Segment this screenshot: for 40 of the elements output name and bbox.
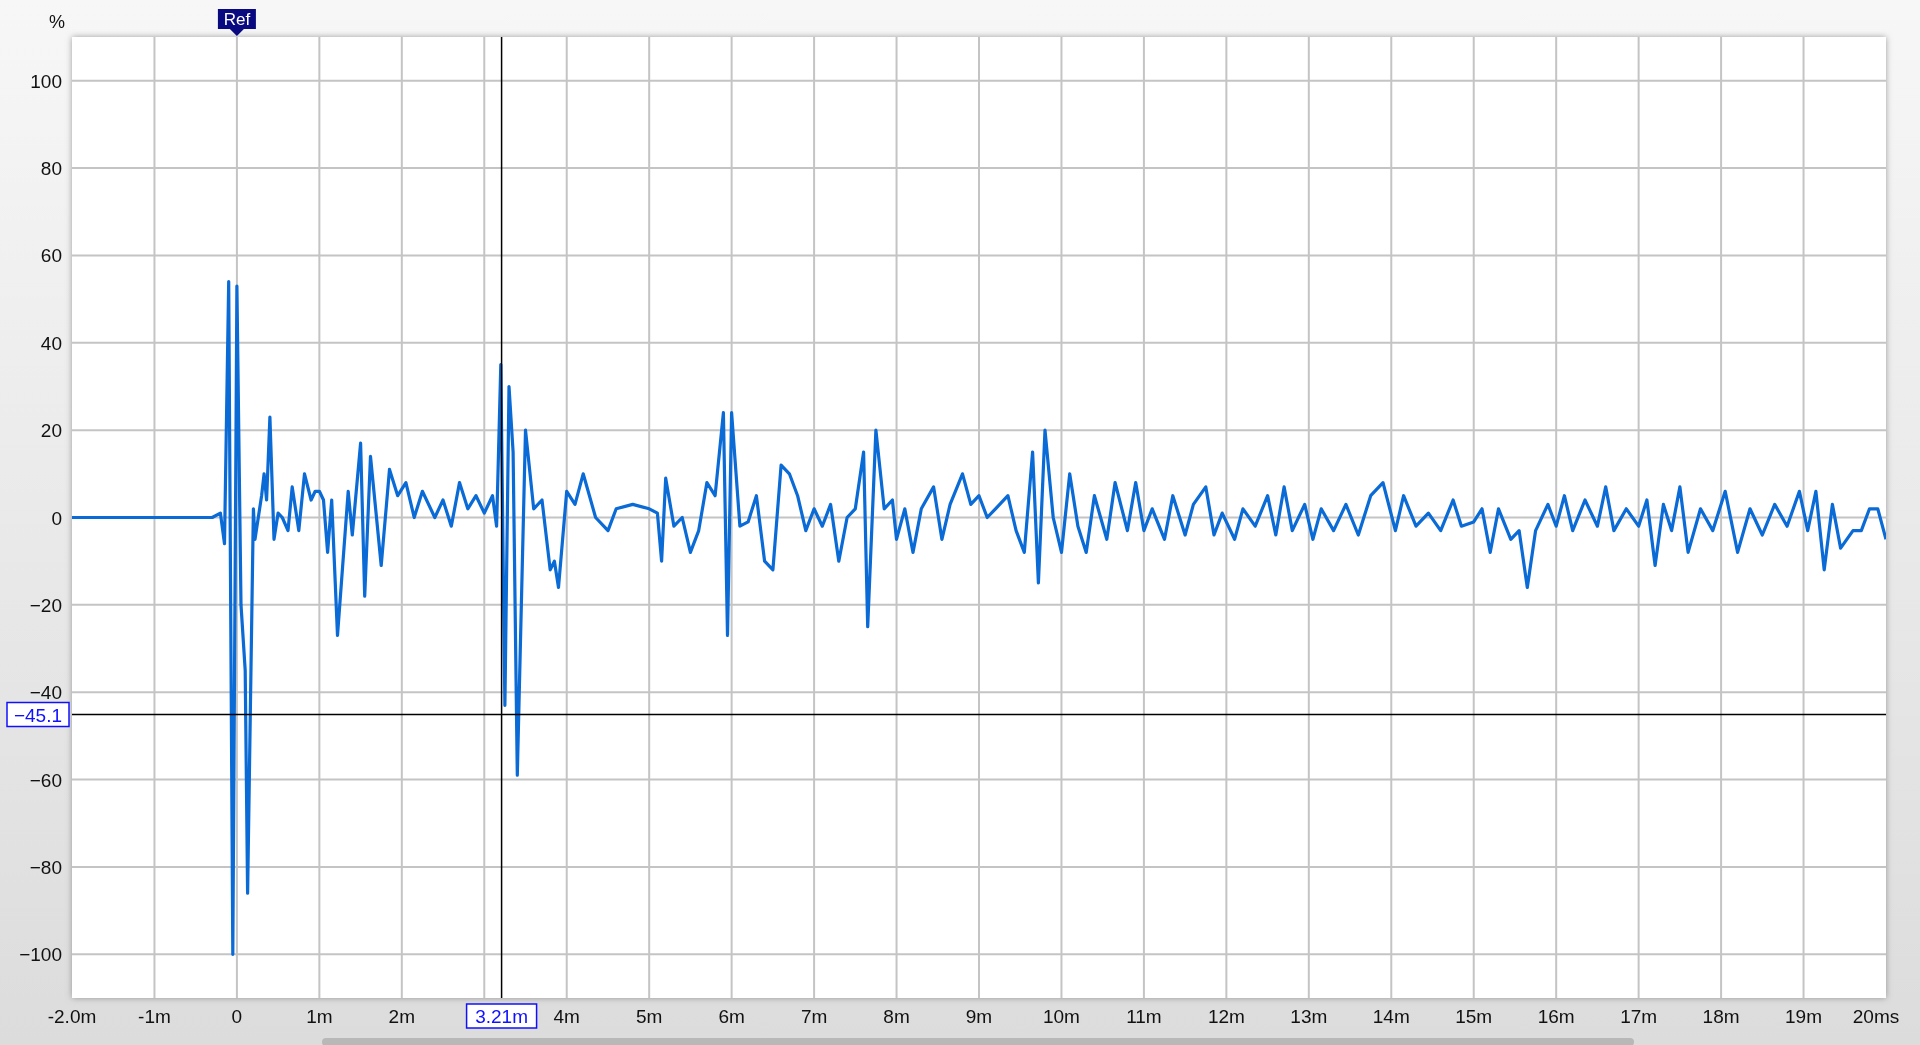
axis-tick-label: 7m <box>800 1006 828 1027</box>
axis-tick-label: 17m <box>1620 1006 1658 1027</box>
axis-tick-label: 16m <box>1537 1006 1575 1027</box>
axis-tick-label: 100 <box>30 70 62 92</box>
axis-tick-label: 20 <box>40 420 62 442</box>
scrollbar[interactable] <box>322 1038 1634 1045</box>
axis-tick-label: −40 <box>29 682 62 704</box>
axis-tick-label: 8m <box>883 1006 910 1027</box>
axis-tick-label: 1m <box>306 1006 333 1027</box>
ref-line-label: −45.1 <box>13 704 63 726</box>
axis-tick-label: 60 <box>40 245 62 267</box>
axis-tick-label: 19m <box>1785 1006 1823 1027</box>
axis-tick-label: 5m <box>636 1006 663 1027</box>
axis-tick-label: −60 <box>29 769 62 791</box>
axis-tick-label: 2m <box>388 1006 415 1027</box>
axis-tick-label: 20ms <box>1852 1006 1900 1027</box>
axis-tick-label: -1m <box>138 1006 171 1027</box>
axis-tick-label: 4m <box>553 1006 580 1027</box>
axis-unit-label: % <box>49 12 65 32</box>
axis-tick-label: 15m <box>1455 1006 1493 1027</box>
cursor-readout: 3.21m <box>465 1003 538 1029</box>
ref-line-label: 3.21m <box>475 1006 528 1027</box>
axis-tick-label: −20 <box>29 594 62 616</box>
cursor-readout: −45.1 <box>6 701 70 728</box>
reference-marker[interactable]: Ref <box>217 9 256 36</box>
axis-tick-label: 11m <box>1126 1006 1162 1027</box>
axis-tick-label: 13m <box>1290 1006 1328 1027</box>
axis-tick-label: 0 <box>51 507 62 529</box>
axis-tick-label: 14m <box>1372 1006 1410 1027</box>
axis-tick-label: 6m <box>718 1006 745 1027</box>
axis-tick-label: -2.0m <box>47 1006 97 1027</box>
axis-tick-label: −80 <box>29 856 62 878</box>
axis-tick-label: 80 <box>40 158 62 180</box>
axis-tick-label: 10m <box>1042 1006 1080 1027</box>
axis-tick-label: −100 <box>19 944 62 966</box>
axis-tick-label: 18m <box>1702 1006 1740 1027</box>
axis-tick-label: 40 <box>40 332 62 354</box>
axis-tick-label: 12m <box>1207 1006 1245 1027</box>
axis-tick-label: 9m <box>965 1006 993 1027</box>
axis-tick-label: 0 <box>231 1006 243 1027</box>
